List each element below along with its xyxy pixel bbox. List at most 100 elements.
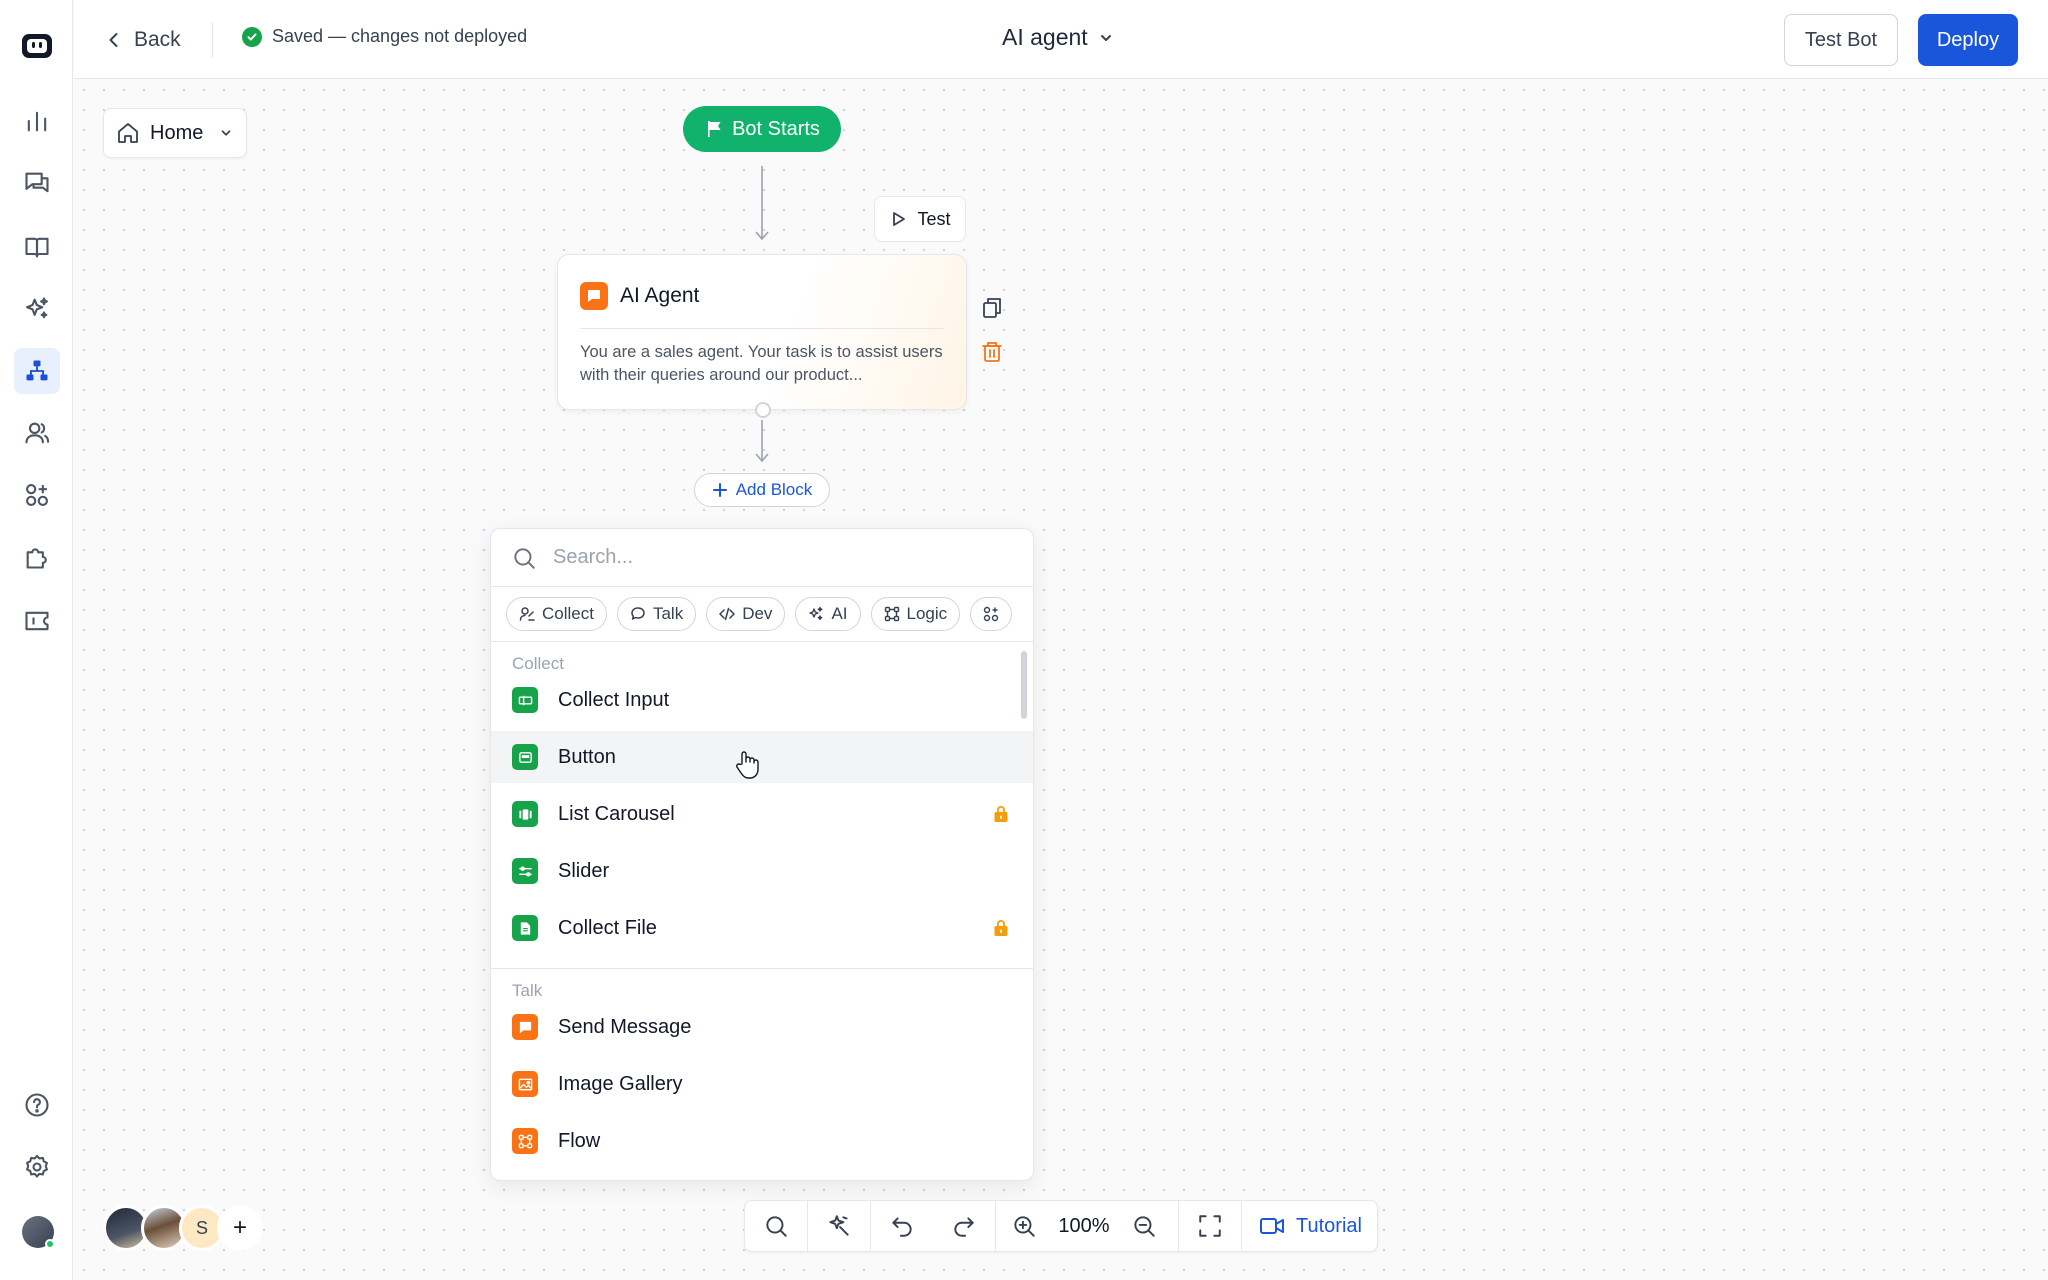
- ai-agent-title: AI Agent: [620, 283, 700, 307]
- block-picker-panel: Collect Talk Dev AI Logic Collect Collec…: [490, 528, 1034, 1181]
- online-status-dot: [45, 1239, 55, 1249]
- apps-icon: [983, 606, 999, 622]
- ai-sparkle-icon[interactable]: [14, 286, 60, 332]
- block-item-label: Send Message: [558, 1015, 692, 1038]
- flow-icon: [512, 1128, 538, 1154]
- filter-chip-more[interactable]: [970, 597, 1013, 631]
- ai-agent-card[interactable]: AI Agent You are a sales agent. Your tas…: [557, 254, 967, 410]
- test-node-button[interactable]: Test: [874, 196, 966, 242]
- add-block-button[interactable]: Add Block: [694, 473, 830, 507]
- zoom-in-button[interactable]: [996, 1201, 1052, 1251]
- block-item-button[interactable]: Button: [491, 731, 1033, 783]
- block-item-flow[interactable]: Flow: [491, 1115, 1033, 1167]
- block-item-slider[interactable]: Slider: [491, 845, 1033, 897]
- block-list: Collect Collect Input Button List Carous…: [491, 642, 1033, 1180]
- collaborator-initial: S: [195, 1217, 208, 1238]
- play-icon: [893, 212, 906, 226]
- user-avatar[interactable]: [22, 1216, 55, 1249]
- auto-arrange-button[interactable]: [808, 1201, 870, 1251]
- block-item-send-message[interactable]: Send Message: [491, 1001, 1033, 1053]
- help-icon[interactable]: [14, 1082, 60, 1128]
- filter-chip-label: AI: [831, 604, 848, 623]
- fullscreen-icon: [1199, 1215, 1221, 1237]
- ai-agent-card-header: AI Agent: [580, 277, 944, 329]
- button-block-icon: [512, 744, 538, 770]
- ai-agent-description: You are a sales agent. Your task is to a…: [580, 343, 943, 384]
- block-item-collect-file[interactable]: Collect File: [491, 902, 1033, 954]
- connector-arrow: [755, 166, 769, 241]
- flow-canvas[interactable]: [74, 80, 2048, 1280]
- canvas-toolbar: 100% Tutorial: [744, 1200, 1378, 1252]
- fit-view-button[interactable]: [1179, 1201, 1241, 1251]
- filter-chip-collect[interactable]: Collect: [506, 597, 607, 631]
- integrations-icon[interactable]: [14, 472, 60, 518]
- block-item-collect-input[interactable]: Collect Input: [491, 674, 1033, 726]
- add-collaborator-button[interactable]: +: [217, 1205, 263, 1251]
- block-item-label: Button: [558, 745, 616, 768]
- plugins-puzzle-icon[interactable]: [14, 534, 60, 580]
- filter-chip-logic[interactable]: Logic: [870, 597, 961, 631]
- section-label-collect: Collect: [512, 654, 564, 673]
- redo-button[interactable]: [933, 1201, 995, 1251]
- plus-icon: [712, 483, 727, 497]
- bot-starts-node[interactable]: Bot Starts: [683, 106, 841, 152]
- zoom-out-button[interactable]: [1116, 1201, 1172, 1251]
- filter-chip-talk[interactable]: Talk: [616, 597, 697, 631]
- search-icon: [766, 1216, 787, 1237]
- bot-starts-label: Bot Starts: [732, 117, 820, 140]
- home-icon: [118, 123, 138, 143]
- save-status: Saved — changes not deployed: [242, 26, 527, 47]
- page-selector-dropdown[interactable]: Home: [103, 108, 247, 158]
- scrollbar[interactable]: [1021, 651, 1027, 719]
- undo-icon: [892, 1217, 912, 1237]
- block-item-list-carousel[interactable]: List Carousel: [491, 788, 1033, 840]
- connector-arrow: [755, 420, 769, 463]
- chevron-down-icon: [1100, 34, 1111, 41]
- card-output-port[interactable]: [755, 402, 771, 418]
- block-item-label: Slider: [558, 859, 610, 882]
- deploy-button[interactable]: Deploy: [1918, 14, 2018, 66]
- magic-wand-icon: [829, 1215, 849, 1236]
- redo-icon: [954, 1217, 974, 1237]
- carousel-icon: [512, 801, 538, 827]
- back-label: Back: [134, 28, 181, 51]
- tutorial-button[interactable]: Tutorial: [1242, 1201, 1378, 1251]
- bot-selector[interactable]: AI agent: [1002, 24, 1114, 51]
- left-sidebar: [0, 0, 73, 1280]
- block-item-label: Collect Input: [558, 688, 670, 711]
- video-camera-icon: [1260, 1218, 1285, 1234]
- block-item-image-gallery[interactable]: Image Gallery: [491, 1058, 1033, 1110]
- contacts-icon[interactable]: [14, 410, 60, 456]
- filter-chip-dev[interactable]: Dev: [706, 597, 786, 631]
- conversations-icon[interactable]: [14, 160, 60, 206]
- tickets-icon[interactable]: [14, 598, 60, 644]
- duplicate-icon[interactable]: [980, 296, 1004, 320]
- bot-flow-icon[interactable]: [14, 348, 60, 394]
- settings-gear-icon[interactable]: [14, 1144, 60, 1190]
- search-canvas-button[interactable]: [745, 1201, 807, 1251]
- image-icon: [512, 1071, 538, 1097]
- filter-chip-ai[interactable]: AI: [795, 597, 861, 631]
- analytics-icon[interactable]: [14, 98, 60, 144]
- page-selector-label: Home: [150, 121, 204, 144]
- delete-trash-icon[interactable]: [980, 340, 1004, 364]
- knowledge-book-icon[interactable]: [14, 224, 60, 270]
- message-block-icon: [580, 281, 608, 310]
- search-input[interactable]: [553, 546, 953, 569]
- test-bot-button[interactable]: Test Bot: [1784, 14, 1898, 66]
- lock-icon: [994, 920, 1008, 936]
- zoom-level: 100%: [1058, 1214, 1110, 1237]
- chevron-down-icon: [221, 130, 231, 136]
- zoom-out-icon: [1134, 1216, 1155, 1237]
- test-node-label: Test: [917, 208, 951, 229]
- block-item-label: Flow: [558, 1129, 601, 1152]
- add-block-label: Add Block: [735, 480, 813, 499]
- flag-icon: [708, 121, 721, 137]
- ai-sparkle-icon: [809, 606, 823, 621]
- undo-button[interactable]: [871, 1201, 933, 1251]
- back-button[interactable]: Back: [104, 24, 181, 56]
- top-bar: Back Saved — changes not deployed AI age…: [74, 0, 2048, 79]
- filter-chips: Collect Talk Dev AI Logic: [506, 597, 1033, 633]
- search-icon: [514, 547, 535, 569]
- app-logo-icon[interactable]: [14, 22, 60, 68]
